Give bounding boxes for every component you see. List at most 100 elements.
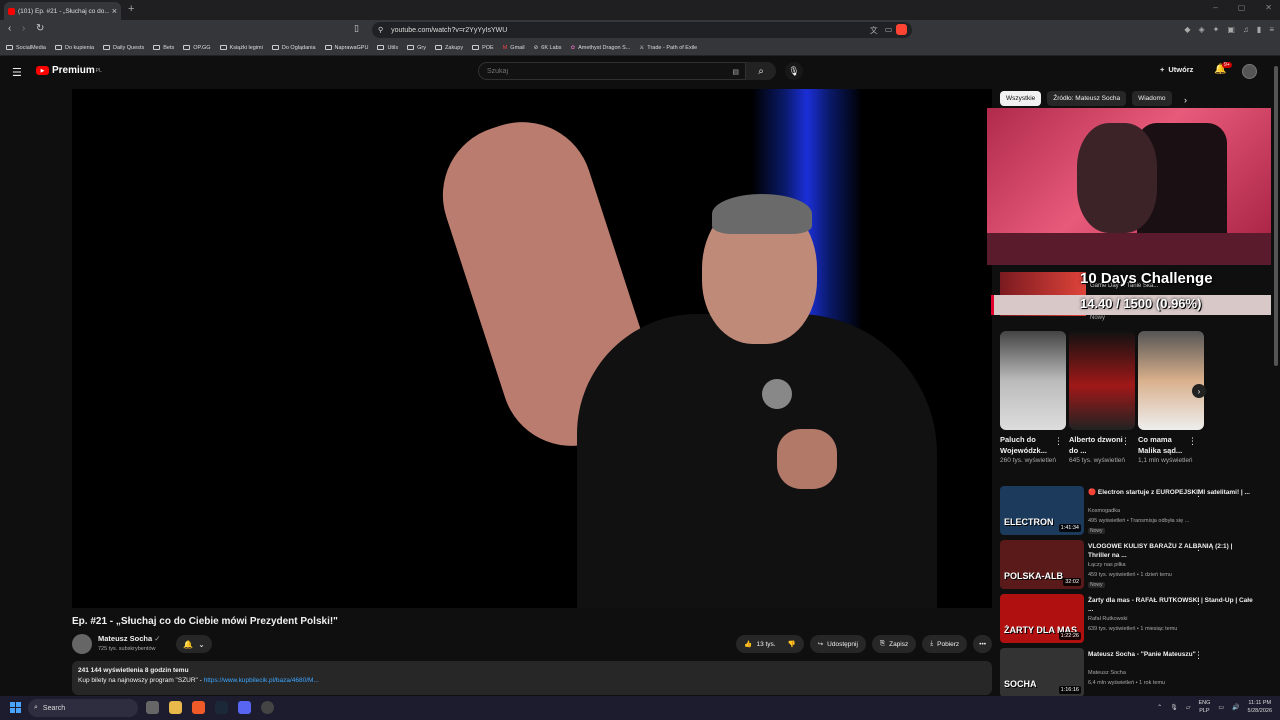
display-icon[interactable]: ▭ <box>1218 704 1224 711</box>
save-button[interactable]: ⎘ Zapisz <box>871 635 917 653</box>
sidebar-icon[interactable]: ▮ <box>1257 25 1261 34</box>
chip-source[interactable]: Źródło: Mateusz Socha <box>1047 91 1127 106</box>
more-vertical-icon[interactable]: ⋮ <box>1196 276 1205 287</box>
shorts-next-button[interactable]: › <box>1192 384 1206 398</box>
bookmark-item[interactable]: Zakupy <box>435 45 463 51</box>
bookmark-item[interactable]: ✿ Amethyst Dragon S... <box>570 45 630 51</box>
extension-icon[interactable]: ▣ <box>1227 25 1235 34</box>
bookmark-item[interactable]: OP.GG <box>183 45 211 51</box>
bookmark-item[interactable]: Utils <box>377 45 398 51</box>
voice-search-button[interactable]: 🎙 <box>785 62 803 80</box>
ticket-link[interactable]: https://www.kupbilecik.pl/baza/4680/M... <box>204 677 319 684</box>
menu-icon[interactable]: ≡ <box>1269 25 1274 34</box>
browser-tab[interactable]: (101) Ep. #21 - „Słuchaj co do... × <box>4 2 121 20</box>
hamburger-menu-icon[interactable]: ☰ <box>12 66 22 79</box>
download-button[interactable]: ⤓ Pobierz <box>922 635 968 653</box>
more-vertical-icon[interactable]: ⋮ <box>1194 488 1203 499</box>
extension-icon[interactable]: ◈ <box>1199 25 1205 34</box>
more-vertical-icon[interactable]: ⋮ <box>1188 436 1197 447</box>
bookmark-item[interactable]: SocialMedia <box>6 45 46 51</box>
like-dislike-button[interactable]: 👍 13 tys. 👎 <box>736 635 804 653</box>
challenge-progress-fill <box>991 295 994 315</box>
more-actions-button[interactable]: ••• <box>973 635 992 653</box>
create-button[interactable]: + Utwórz <box>1160 65 1193 74</box>
subscription-bell-button[interactable]: 🔔 ⌄ <box>176 635 212 653</box>
video-description[interactable]: 241 144 wyświetlenia 8 godzin temu Kup b… <box>72 661 992 695</box>
video-player[interactable] <box>72 89 992 608</box>
more-vertical-icon[interactable]: ⋮ <box>1194 596 1203 607</box>
language-indicator[interactable]: ENG PLP <box>1198 699 1210 715</box>
thumbnail-label: POLSKA-ALB <box>1004 571 1063 581</box>
bookmark-item[interactable]: Do Oglądania <box>271 45 316 51</box>
clock[interactable]: 11:11 PM 5/28/2026 <box>1248 699 1272 715</box>
app-icon[interactable] <box>261 701 274 714</box>
close-window-icon[interactable]: ✕ <box>1265 3 1272 12</box>
search-input[interactable] <box>487 68 687 75</box>
bookmark-item[interactable]: M Gmail <box>503 45 525 51</box>
bookmark-item[interactable]: POE <box>472 45 494 51</box>
channel-name[interactable]: Mateusz Socha ✓ <box>98 634 161 643</box>
short-views: 645 tys. wyświetleń <box>1069 457 1125 464</box>
file-explorer-icon[interactable] <box>169 701 182 714</box>
forward-icon[interactable]: › <box>22 23 25 34</box>
share-button[interactable]: ↪ Udostępnij <box>809 635 866 653</box>
chevron-right-icon[interactable]: › <box>1184 95 1187 105</box>
related-video-item[interactable]: ELECTRON 1:41:34 🔴 Electron startuje z E… <box>1000 486 1270 539</box>
bookmark-item[interactable]: Do kupienia <box>54 45 94 51</box>
maximize-icon[interactable]: ▢ <box>1238 3 1246 12</box>
more-vertical-icon[interactable]: ⋮ <box>1194 650 1203 661</box>
microphone-icon[interactable]: 🎙 <box>1170 704 1178 711</box>
brave-browser-icon[interactable] <box>192 701 205 714</box>
media-icon[interactable]: ♫ <box>1243 25 1249 34</box>
cast-icon[interactable]: ▭ <box>885 25 893 36</box>
bookmark-item[interactable]: Książki legimi <box>219 45 263 51</box>
bookmark-item[interactable]: NaprawaGPU <box>324 45 368 51</box>
reload-icon[interactable]: ↻ <box>36 23 44 34</box>
account-avatar[interactable] <box>1242 64 1257 79</box>
chevron-up-icon[interactable]: ⌃ <box>1157 704 1162 711</box>
keyboard-icon[interactable]: ▤ <box>732 68 739 76</box>
more-vertical-icon[interactable]: ⋮ <box>1194 542 1203 553</box>
close-tab-icon[interactable]: × <box>112 6 117 16</box>
bookmark-item[interactable]: Daily Quests <box>103 45 144 51</box>
site-info-icon[interactable]: ⚲ <box>378 26 383 34</box>
bookmark-item[interactable]: ⊘ 6K Labs <box>534 45 562 51</box>
taskbar-search[interactable]: ⌕ Search <box>28 699 138 717</box>
network-icon[interactable]: ▱ <box>1186 704 1191 711</box>
windows-start-icon[interactable] <box>10 702 21 713</box>
search-box[interactable]: ▤ <box>478 62 746 80</box>
channel-avatar[interactable] <box>72 634 92 654</box>
translate-icon[interactable]: 文 <box>870 25 878 36</box>
scrollbar-thumb[interactable] <box>1274 66 1278 366</box>
bookmark-item[interactable]: ⚔ Trade - Path of Exile <box>639 45 697 51</box>
related-video-item[interactable]: ŻARTY DLA MAS 1:22:26 Żarty dla mas - RA… <box>1000 594 1270 647</box>
search-button[interactable]: ⌕ <box>746 62 776 80</box>
extension-icon[interactable]: ◆ <box>1184 25 1190 34</box>
youtube-premium-logo[interactable]: ▶ Premium PL <box>36 65 102 76</box>
new-tab-button[interactable]: + <box>128 3 134 15</box>
more-vertical-icon[interactable]: ⋮ <box>1054 436 1063 447</box>
bookmark-item[interactable]: Bets <box>153 45 174 51</box>
duration-badge: 1:16:16 <box>1058 686 1081 694</box>
chip-news[interactable]: Wiadomo <box>1132 91 1172 106</box>
steam-icon[interactable] <box>215 701 228 714</box>
search-icon: ⌕ <box>758 65 764 77</box>
brave-shields-icon[interactable] <box>896 24 907 35</box>
page-scrollbar[interactable] <box>1273 60 1279 700</box>
more-vertical-icon[interactable]: ⋮ <box>1121 436 1130 447</box>
chip-all[interactable]: Wszystkie <box>1000 91 1042 106</box>
discord-icon[interactable] <box>238 701 251 714</box>
thumbs-down-icon[interactable]: 👎 <box>788 640 796 648</box>
bookmark-item[interactable]: Gry <box>407 45 426 51</box>
minimize-icon[interactable]: – <box>1213 3 1217 12</box>
task-view-icon[interactable] <box>146 701 159 714</box>
youtube-header: ☰ ▶ Premium PL ▤ ⌕ 🎙 +Utwórz 🔔 9+ <box>0 56 1280 88</box>
volume-icon[interactable]: 🔊 <box>1232 704 1239 711</box>
back-icon[interactable]: ‹ <box>8 23 11 34</box>
puzzle-icon[interactable]: ✦ <box>1213 25 1220 34</box>
browser-tab-bar: (101) Ep. #21 - „Słuchaj co do... × + – … <box>0 0 1280 20</box>
related-video-item[interactable]: POLSKA-ALB 32:02 VLOGOWE KULISY BARAŻU Z… <box>1000 540 1270 593</box>
bookmark-icon[interactable]: ▯ <box>354 23 359 34</box>
address-bar[interactable]: ⚲ youtube.com/watch?v=r2YyYyIsYWU 文 ▭ ⇪ <box>372 22 912 38</box>
related-video-item[interactable]: SOCHA 1:16:16 Mateusz Socha - "Panie Mat… <box>1000 648 1270 701</box>
